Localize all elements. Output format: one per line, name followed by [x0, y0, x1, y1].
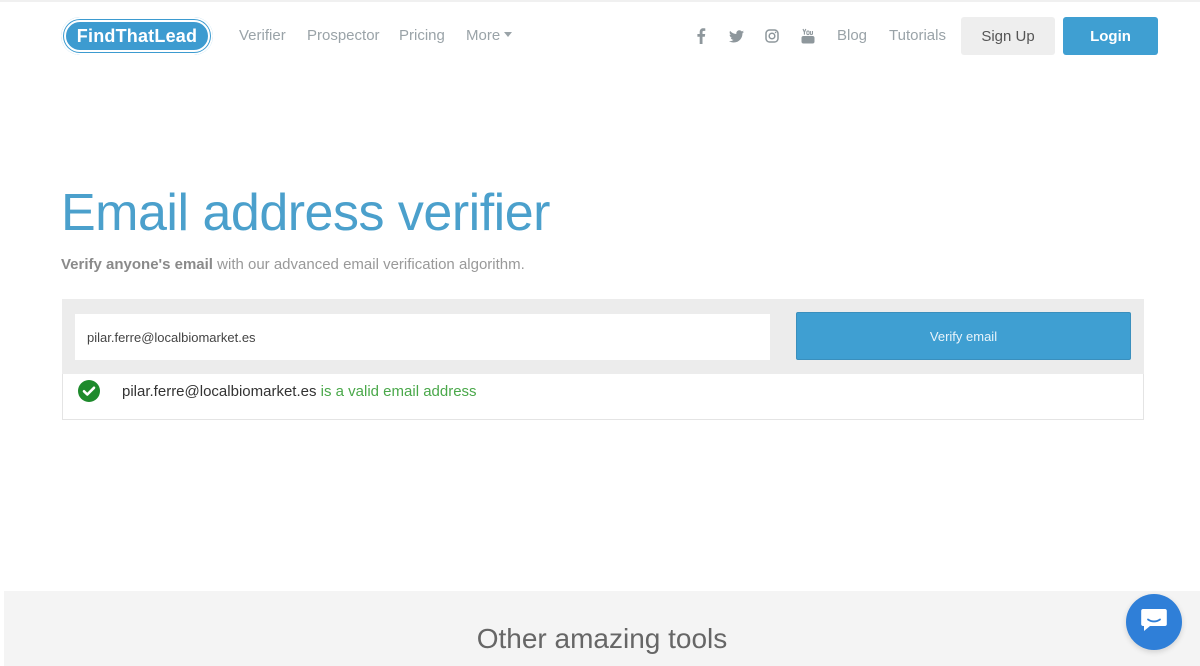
nav-prospector[interactable]: Prospector — [307, 27, 380, 45]
email-input[interactable] — [75, 314, 770, 360]
youtube-icon[interactable] — [799, 27, 817, 45]
facebook-icon[interactable] — [692, 27, 710, 45]
instagram-icon[interactable] — [763, 27, 781, 45]
nav-more-label: More — [466, 27, 501, 44]
caret-down-icon — [504, 32, 513, 37]
chat-launcher-button[interactable] — [1126, 594, 1182, 650]
signup-button[interactable]: Sign Up — [961, 17, 1055, 55]
nav-verifier[interactable]: Verifier — [239, 27, 286, 45]
page-title: Email address verifier — [61, 184, 550, 242]
nav-more[interactable]: More — [466, 27, 513, 45]
login-button[interactable]: Login — [1063, 17, 1158, 55]
navbar: FindThatLead Verifier Prospector Pricing… — [0, 0, 1200, 72]
result-email: pilar.ferre@localbiomarket.es — [122, 383, 317, 400]
other-tools-title: Other amazing tools — [476, 623, 728, 654]
result-status: is a valid email address — [316, 383, 477, 400]
verification-result: pilar.ferre@localbiomarket.es is a valid… — [62, 374, 1144, 420]
logo[interactable]: FindThatLead — [61, 17, 213, 55]
logo-text: FindThatLead — [76, 25, 198, 46]
check-circle-icon — [78, 380, 100, 402]
other-tools-section: Other amazing tools — [4, 591, 1200, 666]
subtitle-rest: with our advanced email verification alg… — [212, 256, 525, 273]
chat-icon — [1140, 607, 1168, 638]
twitter-icon[interactable] — [727, 27, 745, 45]
nav-blog[interactable]: Blog — [837, 27, 867, 45]
nav-pricing[interactable]: Pricing — [399, 27, 445, 45]
subtitle-bold: Verify anyone's email — [61, 256, 213, 273]
verify-email-button[interactable]: Verify email — [796, 312, 1131, 360]
verifier-panel: Verify email — [62, 299, 1144, 374]
nav-tutorials[interactable]: Tutorials — [889, 27, 946, 45]
page-subtitle: Verify anyone's email with our advanced … — [61, 255, 525, 275]
result-message: pilar.ferre@localbiomarket.es is a valid… — [122, 382, 477, 402]
